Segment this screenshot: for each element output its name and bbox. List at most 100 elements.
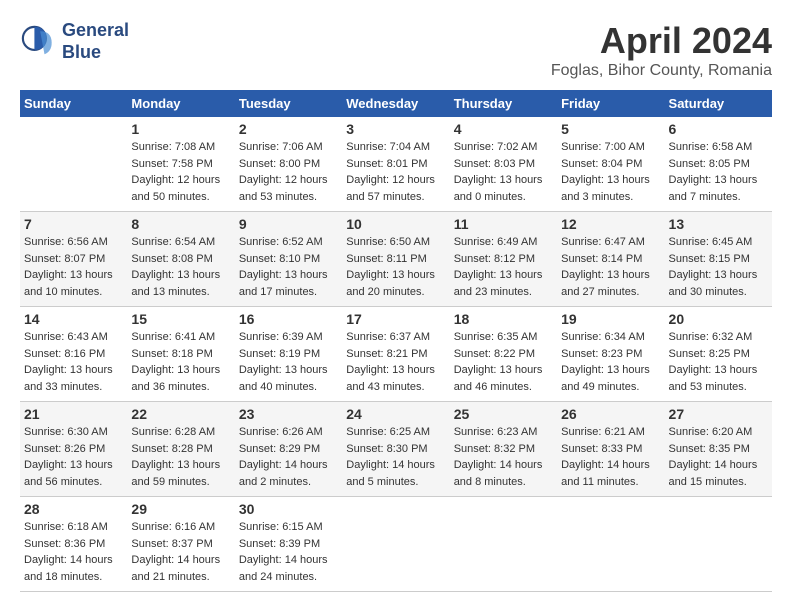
day-number: 18 <box>454 311 553 327</box>
day-number: 21 <box>24 406 123 422</box>
day-number: 23 <box>239 406 338 422</box>
calendar-week-row: 14 Sunrise: 6:43 AM Sunset: 8:16 PM Dayli… <box>20 307 772 402</box>
day-number: 25 <box>454 406 553 422</box>
calendar-cell: 19Sunrise: 6:34 AM Sunset: 8:23 PM Dayli… <box>557 307 664 402</box>
day-number: 20 <box>669 311 768 327</box>
title-section: April 2024 Foglas, Bihor County, Romania <box>551 20 772 80</box>
day-number: 15 <box>131 311 230 327</box>
calendar-cell: 11Sunrise: 6:49 AM Sunset: 8:12 PM Dayli… <box>450 212 557 307</box>
calendar-cell: 17 Sunrise: 6:37 AM Sunset: 8:21 PM Dayli… <box>342 307 449 402</box>
calendar-cell: 8 Sunrise: 6:54 AM Sunset: 8:08 PM Daylig… <box>127 212 234 307</box>
calendar-cell: 29 Sunrise: 6:16 AM Sunset: 8:37 PM Dayli… <box>127 497 234 592</box>
calendar-week-row: 1 Sunrise: 7:08 AM Sunset: 7:58 PM Daylig… <box>20 117 772 212</box>
day-info: Sunrise: 6:39 AM Sunset: 8:19 PM Dayligh… <box>239 329 338 395</box>
day-info: Sunrise: 6:52 AM Sunset: 8:10 PM Dayligh… <box>239 234 338 300</box>
day-number: 22 <box>131 406 230 422</box>
day-number: 7 <box>24 216 123 232</box>
day-number: 9 <box>239 216 338 232</box>
day-info: Sunrise: 6:26 AM Sunset: 8:29 PM Dayligh… <box>239 424 338 490</box>
calendar-cell: 13 Sunrise: 6:45 AM Sunset: 8:15 PM Dayli… <box>665 212 772 307</box>
page-header: General Blue April 2024 Foglas, Bihor Co… <box>20 20 772 80</box>
day-number: 28 <box>24 501 123 517</box>
day-info: Sunrise: 6:23 AM Sunset: 8:32 PM Dayligh… <box>454 424 553 490</box>
month-title: April 2024 <box>551 20 772 62</box>
calendar-cell: 28 Sunrise: 6:18 AM Sunset: 8:36 PM Dayli… <box>20 497 127 592</box>
day-info: Sunrise: 7:04 AM Sunset: 8:01 PM Dayligh… <box>346 139 445 205</box>
calendar-cell: 25 Sunrise: 6:23 AM Sunset: 8:32 PM Dayli… <box>450 402 557 497</box>
calendar-cell <box>20 117 127 212</box>
day-info: Sunrise: 6:37 AM Sunset: 8:21 PM Dayligh… <box>346 329 445 395</box>
calendar-header-cell: Thursday <box>450 90 557 117</box>
day-number: 26 <box>561 406 660 422</box>
calendar-cell: 15 Sunrise: 6:41 AM Sunset: 8:18 PM Dayli… <box>127 307 234 402</box>
day-info: Sunrise: 6:43 AM Sunset: 8:16 PM Dayligh… <box>24 329 123 395</box>
day-info: Sunrise: 6:47 AM Sunset: 8:14 PM Dayligh… <box>561 234 660 300</box>
day-number: 13 <box>669 216 768 232</box>
day-number: 1 <box>131 121 230 137</box>
calendar-header-cell: Wednesday <box>342 90 449 117</box>
day-number: 3 <box>346 121 445 137</box>
calendar-cell: 24Sunrise: 6:25 AM Sunset: 8:30 PM Dayli… <box>342 402 449 497</box>
calendar-week-row: 21 Sunrise: 6:30 AM Sunset: 8:26 PM Dayli… <box>20 402 772 497</box>
day-number: 8 <box>131 216 230 232</box>
calendar-cell: 9 Sunrise: 6:52 AM Sunset: 8:10 PM Daylig… <box>235 212 342 307</box>
day-info: Sunrise: 6:41 AM Sunset: 8:18 PM Dayligh… <box>131 329 230 395</box>
calendar-table: SundayMondayTuesdayWednesdayThursdayFrid… <box>20 90 772 592</box>
day-info: Sunrise: 6:16 AM Sunset: 8:37 PM Dayligh… <box>131 519 230 585</box>
calendar-cell <box>450 497 557 592</box>
logo-text: General Blue <box>62 20 129 63</box>
day-number: 14 <box>24 311 123 327</box>
calendar-cell: 4 Sunrise: 7:02 AM Sunset: 8:03 PM Daylig… <box>450 117 557 212</box>
calendar-cell: 16Sunrise: 6:39 AM Sunset: 8:19 PM Dayli… <box>235 307 342 402</box>
calendar-cell <box>557 497 664 592</box>
calendar-header-cell: Tuesday <box>235 90 342 117</box>
calendar-cell: 26 Sunrise: 6:21 AM Sunset: 8:33 PM Dayli… <box>557 402 664 497</box>
calendar-cell <box>342 497 449 592</box>
day-info: Sunrise: 6:15 AM Sunset: 8:39 PM Dayligh… <box>239 519 338 585</box>
day-info: Sunrise: 6:35 AM Sunset: 8:22 PM Dayligh… <box>454 329 553 395</box>
day-info: Sunrise: 6:30 AM Sunset: 8:26 PM Dayligh… <box>24 424 123 490</box>
day-number: 30 <box>239 501 338 517</box>
calendar-cell: 10 Sunrise: 6:50 AM Sunset: 8:11 PM Dayli… <box>342 212 449 307</box>
day-info: Sunrise: 7:08 AM Sunset: 7:58 PM Dayligh… <box>131 139 230 205</box>
day-info: Sunrise: 7:06 AM Sunset: 8:00 PM Dayligh… <box>239 139 338 205</box>
day-info: Sunrise: 6:18 AM Sunset: 8:36 PM Dayligh… <box>24 519 123 585</box>
calendar-header-cell: Monday <box>127 90 234 117</box>
calendar-header-cell: Sunday <box>20 90 127 117</box>
day-info: Sunrise: 6:56 AM Sunset: 8:07 PM Dayligh… <box>24 234 123 300</box>
day-info: Sunrise: 6:45 AM Sunset: 8:15 PM Dayligh… <box>669 234 768 300</box>
day-info: Sunrise: 6:58 AM Sunset: 8:05 PM Dayligh… <box>669 139 768 205</box>
day-number: 19 <box>561 311 660 327</box>
day-number: 2 <box>239 121 338 137</box>
calendar-header-cell: Saturday <box>665 90 772 117</box>
day-number: 10 <box>346 216 445 232</box>
logo-icon <box>20 24 56 60</box>
calendar-header-cell: Friday <box>557 90 664 117</box>
day-info: Sunrise: 6:50 AM Sunset: 8:11 PM Dayligh… <box>346 234 445 300</box>
day-number: 4 <box>454 121 553 137</box>
calendar-cell: 18 Sunrise: 6:35 AM Sunset: 8:22 PM Dayli… <box>450 307 557 402</box>
day-number: 6 <box>669 121 768 137</box>
calendar-cell: 23 Sunrise: 6:26 AM Sunset: 8:29 PM Dayli… <box>235 402 342 497</box>
calendar-cell <box>665 497 772 592</box>
day-number: 11 <box>454 216 553 232</box>
calendar-cell: 21 Sunrise: 6:30 AM Sunset: 8:26 PM Dayli… <box>20 402 127 497</box>
day-info: Sunrise: 6:21 AM Sunset: 8:33 PM Dayligh… <box>561 424 660 490</box>
calendar-week-row: 7 Sunrise: 6:56 AM Sunset: 8:07 PM Daylig… <box>20 212 772 307</box>
day-info: Sunrise: 6:54 AM Sunset: 8:08 PM Dayligh… <box>131 234 230 300</box>
day-number: 5 <box>561 121 660 137</box>
day-number: 27 <box>669 406 768 422</box>
day-number: 29 <box>131 501 230 517</box>
day-info: Sunrise: 6:20 AM Sunset: 8:35 PM Dayligh… <box>669 424 768 490</box>
calendar-week-row: 28 Sunrise: 6:18 AM Sunset: 8:36 PM Dayli… <box>20 497 772 592</box>
day-number: 17 <box>346 311 445 327</box>
day-info: Sunrise: 6:32 AM Sunset: 8:25 PM Dayligh… <box>669 329 768 395</box>
day-info: Sunrise: 6:28 AM Sunset: 8:28 PM Dayligh… <box>131 424 230 490</box>
calendar-cell: 6 Sunrise: 6:58 AM Sunset: 8:05 PM Daylig… <box>665 117 772 212</box>
day-info: Sunrise: 7:02 AM Sunset: 8:03 PM Dayligh… <box>454 139 553 205</box>
location-title: Foglas, Bihor County, Romania <box>551 62 772 80</box>
calendar-header-row: SundayMondayTuesdayWednesdayThursdayFrid… <box>20 90 772 117</box>
calendar-cell: 27 Sunrise: 6:20 AM Sunset: 8:35 PM Dayli… <box>665 402 772 497</box>
calendar-cell: 5Sunrise: 7:00 AM Sunset: 8:04 PM Daylig… <box>557 117 664 212</box>
calendar-cell: 20 Sunrise: 6:32 AM Sunset: 8:25 PM Dayli… <box>665 307 772 402</box>
